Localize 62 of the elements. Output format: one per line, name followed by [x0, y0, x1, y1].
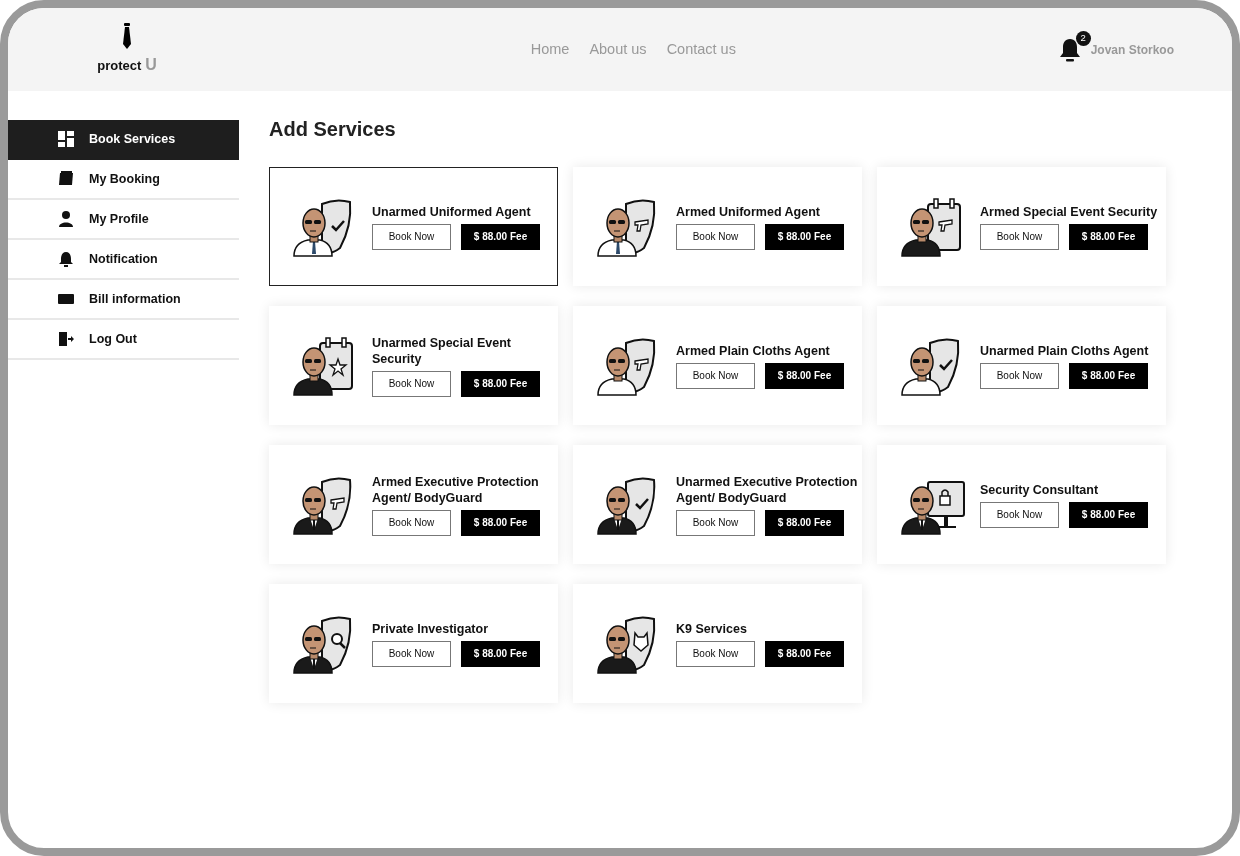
- service-name: Security Consultant: [980, 481, 1100, 498]
- service-card[interactable]: K9 Services Book Now $ 88.00 Fee: [573, 584, 862, 703]
- sidebar-item[interactable]: Log Out: [8, 320, 239, 360]
- service-name: Private Investigator: [372, 620, 489, 637]
- sidebar-item[interactable]: Notification: [8, 240, 239, 280]
- book-now-button[interactable]: Book Now: [980, 362, 1059, 389]
- service-name: Armed Uniformed Agent: [676, 203, 821, 220]
- user-name: Jovan Storkoo: [1090, 41, 1174, 59]
- book-now-button[interactable]: Book Now: [980, 501, 1059, 528]
- service-name: K9 Services: [676, 620, 748, 637]
- person-icon: [58, 211, 74, 227]
- fee-button[interactable]: $ 88.00 Fee: [765, 640, 844, 667]
- bell-icon[interactable]: [1058, 38, 1081, 63]
- fee-button[interactable]: $ 88.00 Fee: [765, 223, 844, 250]
- service-name: Unarmed Plain Cloths Agent: [980, 342, 1150, 359]
- service-card[interactable]: Armed Special Event Security Book Now $ 88.00 Fee: [877, 167, 1166, 286]
- service-name: Armed Plain Cloths Agent: [676, 342, 831, 359]
- book-now-button[interactable]: Book Now: [676, 223, 755, 250]
- sidebar-item[interactable]: My Booking: [8, 160, 239, 200]
- book-now-button[interactable]: Book Now: [676, 362, 755, 389]
- service-card[interactable]: Armed Plain Cloths Agent Book Now $ 88.00 Fee: [573, 306, 862, 425]
- fee-button[interactable]: $ 88.00 Fee: [765, 362, 844, 389]
- logo[interactable]: protect U: [97, 52, 157, 77]
- bell-icon: [58, 251, 74, 267]
- fee-button[interactable]: $ 88.00 Fee: [1069, 362, 1148, 389]
- book-now-button[interactable]: Book Now: [372, 640, 451, 667]
- sidebar-item[interactable]: My Profile: [8, 200, 239, 240]
- service-card[interactable]: Unarmed Executive Protection Agent/ BodyGuard Book Now $ 88.00 Fee: [573, 445, 862, 564]
- fee-button[interactable]: $ 88.00 Fee: [461, 640, 540, 667]
- tie-icon: [122, 22, 132, 49]
- service-card[interactable]: Unarmed Uniformed Agent Book Now $ 88.00 Fee: [269, 167, 558, 286]
- fee-button[interactable]: $ 88.00 Fee: [765, 509, 844, 536]
- logout-icon: [58, 331, 74, 347]
- fee-button[interactable]: $ 88.00 Fee: [461, 509, 540, 536]
- fee-button[interactable]: $ 88.00 Fee: [1069, 501, 1148, 528]
- sidebar-item[interactable]: Book Services: [8, 120, 239, 160]
- sidebar-item[interactable]: Bill information: [8, 280, 239, 320]
- book-now-button[interactable]: Book Now: [372, 370, 451, 397]
- service-card[interactable]: Armed Uniformed Agent Book Now $ 88.00 Fee: [573, 167, 862, 286]
- service-card[interactable]: Armed Executive Protection Agent/ BodyGuard Book Now $ 88.00 Fee: [269, 445, 558, 564]
- service-name: Unarmed Uniformed Agent: [372, 203, 532, 220]
- dashboard-icon: [58, 131, 74, 147]
- service-name: Unarmed Executive Protection Agent/ BodyGuard: [676, 473, 859, 506]
- book-now-button[interactable]: Book Now: [676, 509, 755, 536]
- book-icon: [58, 171, 74, 187]
- fee-button[interactable]: $ 88.00 Fee: [1069, 223, 1148, 250]
- notification-count: 2: [1075, 30, 1091, 46]
- book-now-button[interactable]: Book Now: [676, 640, 755, 667]
- fee-button[interactable]: $ 88.00 Fee: [461, 223, 540, 250]
- credit-card-icon: [58, 291, 74, 307]
- fee-button[interactable]: $ 88.00 Fee: [461, 370, 540, 397]
- page-title: Add Services: [269, 117, 397, 141]
- book-now-button[interactable]: Book Now: [980, 223, 1059, 250]
- service-card[interactable]: Unarmed Special Event Security Book Now $ 88.00 Fee: [269, 306, 558, 425]
- service-name: Armed Executive Protection Agent/ BodyGuard: [372, 473, 540, 506]
- book-now-button[interactable]: Book Now: [372, 509, 451, 536]
- service-name: Armed Special Event Security: [980, 203, 1159, 220]
- service-card[interactable]: Unarmed Plain Cloths Agent Book Now $ 88.00 Fee: [877, 306, 1166, 425]
- book-now-button[interactable]: Book Now: [372, 223, 451, 250]
- service-name: Unarmed Special Event Security: [372, 334, 512, 367]
- service-card[interactable]: Security Consultant Book Now $ 88.00 Fee: [877, 445, 1166, 564]
- service-card[interactable]: Private Investigator Book Now $ 88.00 Fee: [269, 584, 558, 703]
